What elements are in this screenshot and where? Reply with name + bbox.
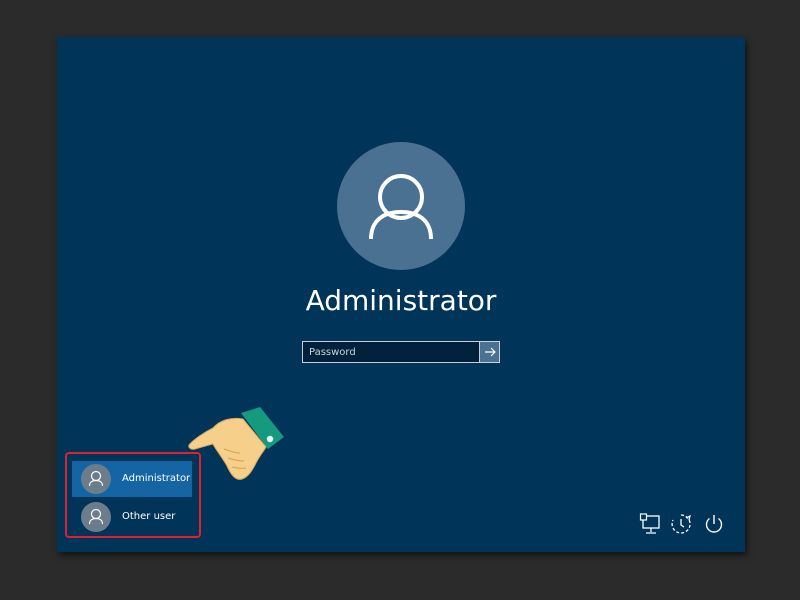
user-icon [88, 508, 104, 525]
arrow-right-icon [485, 347, 496, 357]
ease-of-access-button[interactable] [669, 512, 693, 540]
user-item-label: Administrator [122, 473, 191, 484]
password-input[interactable] [303, 342, 479, 362]
network-button[interactable] [639, 512, 663, 540]
network-icon [639, 513, 660, 534]
user-icon [88, 470, 104, 487]
submit-button[interactable] [479, 342, 499, 362]
user-avatar-large [337, 142, 465, 270]
password-box [302, 341, 500, 363]
user-avatar-small [81, 464, 111, 494]
pointing-hand-icon [188, 407, 284, 480]
user-switcher: Administrator Other user [72, 461, 192, 537]
login-screen: Administrator Administrator Other user [57, 37, 745, 552]
user-item-other-user[interactable]: Other user [72, 499, 192, 535]
power-icon [705, 515, 723, 533]
ease-of-access-icon [671, 514, 691, 534]
username-title: Administrator [305, 284, 497, 317]
user-avatar-small [81, 502, 111, 532]
user-item-administrator[interactable]: Administrator [72, 461, 192, 497]
user-item-label: Other user [122, 511, 176, 522]
user-icon [369, 174, 433, 240]
power-button[interactable] [702, 512, 726, 540]
